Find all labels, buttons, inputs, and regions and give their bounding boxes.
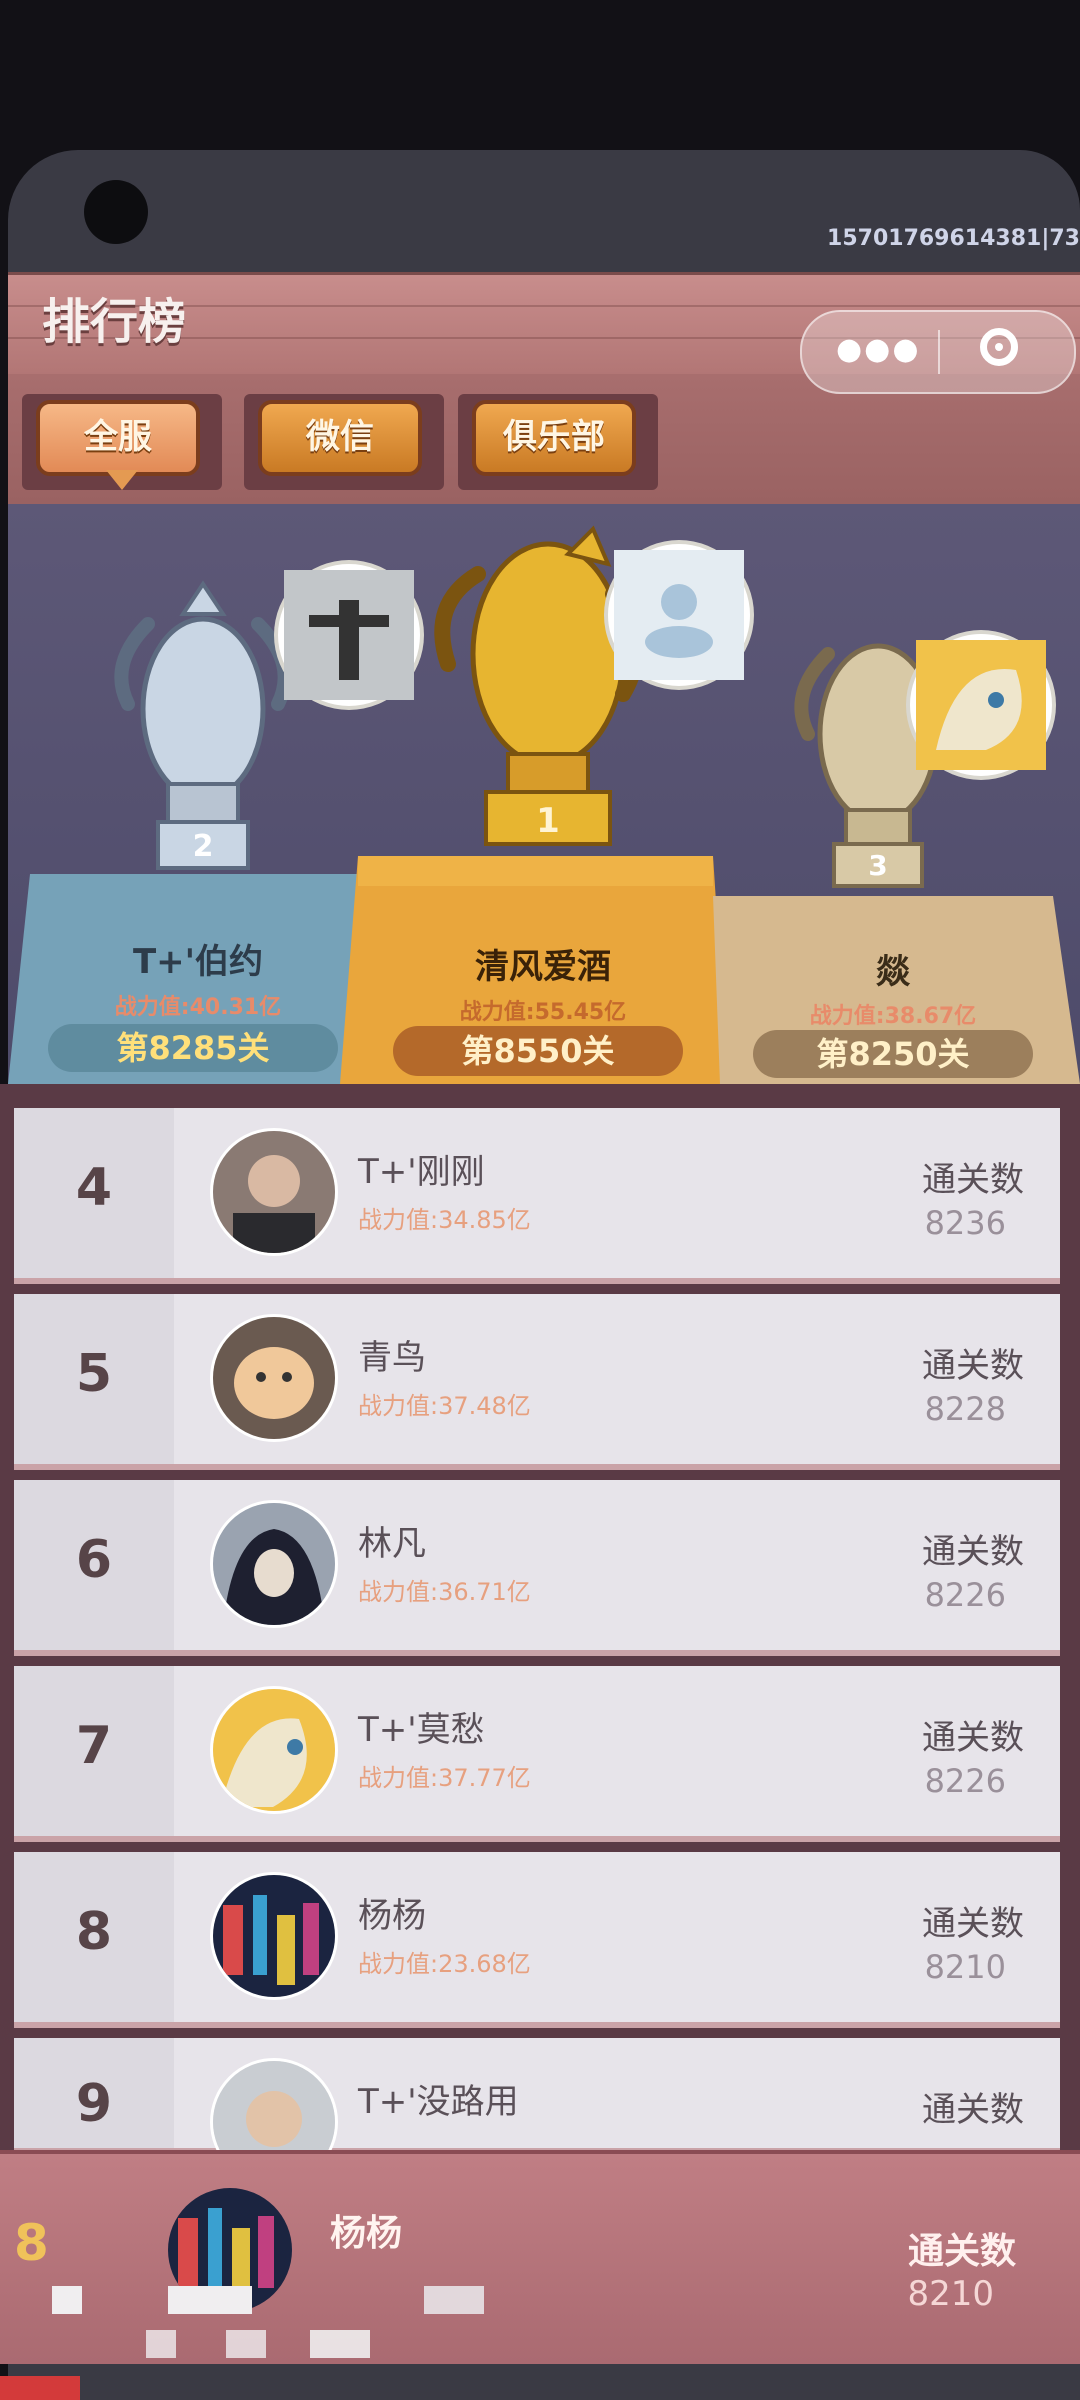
third-name: 燚 — [876, 952, 910, 992]
levels-value: 8226 — [924, 1576, 1006, 1614]
avatar-first — [608, 544, 750, 686]
svg-text:2: 2 — [193, 829, 214, 864]
player-name: 青鸟 — [358, 1338, 426, 1378]
levels-value: 8228 — [924, 1390, 1006, 1428]
third-level: 第8250关 — [753, 1030, 1033, 1078]
player-name: T+'没路用 — [358, 2082, 519, 2122]
my-rank-number: 8 — [14, 2214, 49, 2272]
avatar — [210, 1872, 338, 2000]
avatar — [210, 1128, 338, 1256]
censor-pixels — [0, 2280, 1080, 2400]
second-name: T+'伯约 — [132, 942, 264, 982]
tab-pointer-icon — [106, 470, 138, 490]
rank-number: 5 — [75, 1344, 113, 1404]
avatar — [210, 1314, 338, 1442]
levels-label: 通关数 — [922, 1718, 1024, 1758]
status-text: 15701769614381|73 — [827, 226, 1080, 251]
second-level: 第8285关 — [48, 1024, 338, 1072]
tab-club[interactable]: 俱乐部 — [458, 394, 658, 490]
tab-label: 全服 — [36, 400, 200, 476]
tab-label: 微信 — [258, 400, 422, 476]
third-power: 战力值:38.67亿 — [809, 1004, 977, 1029]
player-power: 战力值:37.77亿 — [358, 1764, 531, 1792]
levels-label: 通关数 — [922, 1346, 1024, 1386]
levels-value: 8226 — [924, 1762, 1006, 1800]
close-icon[interactable] — [980, 328, 1018, 366]
my-name: 杨杨 — [330, 2213, 403, 2254]
player-name: T+'刚刚 — [358, 1152, 485, 1192]
rank-number: 9 — [75, 2074, 113, 2134]
avatar — [210, 1500, 338, 1628]
levels-label: 通关数 — [922, 1532, 1024, 1572]
rank-number: 7 — [75, 1716, 113, 1776]
svg-text:3: 3 — [868, 849, 887, 882]
player-name: 杨杨 — [358, 1896, 426, 1936]
tab-label: 俱乐部 — [472, 400, 636, 476]
first-level: 第8550关 — [393, 1026, 683, 1076]
front-camera — [84, 180, 148, 244]
player-power: 战力值:36.71亿 — [358, 1578, 531, 1606]
player-name: T+'莫愁 — [358, 1710, 485, 1750]
list-item[interactable]: 8 杨杨 战力值:23.68亿 通关数 8210 — [14, 1852, 1060, 2028]
list-item[interactable]: 5 青鸟 战力值:37.48亿 通关数 8228 — [14, 1294, 1060, 1470]
rank-number: 6 — [75, 1530, 113, 1590]
first-power: 战力值:55.45亿 — [459, 1000, 627, 1025]
gold-trophy-icon: 1 — [434, 525, 644, 846]
levels-value: 8210 — [924, 1948, 1006, 1986]
second-power: 战力值:40.31亿 — [114, 995, 282, 1020]
rank-number: 8 — [75, 1902, 113, 1962]
rank-number: 4 — [75, 1158, 113, 1218]
list-item[interactable]: 9 T+'没路用 通关数 — [14, 2038, 1060, 2186]
levels-label: 通关数 — [922, 1904, 1024, 1944]
levels-label: 通关数 — [922, 1160, 1024, 1200]
page-title: 排行榜 — [42, 294, 187, 350]
my-levels-label: 通关数 — [907, 2231, 1016, 2272]
player-power: 战力值:34.85亿 — [358, 1206, 531, 1234]
levels-label: 通关数 — [922, 2090, 1024, 2130]
player-name: 林凡 — [358, 1524, 426, 1564]
player-power: 战力值:23.68亿 — [358, 1950, 531, 1978]
list-item[interactable]: 6 林凡 战力值:36.71亿 通关数 8226 — [14, 1480, 1060, 1656]
miniprogram-capsule: ●●● — [800, 310, 1076, 394]
podium-area: 2 1 3 T+'伯约 战力值:40.31亿 第8285关 清风爱酒 战力值:5… — [8, 504, 1080, 1084]
avatar-third — [910, 634, 1052, 776]
player-power: 战力值:37.48亿 — [358, 1392, 531, 1420]
silver-trophy-icon: 2 — [114, 580, 292, 870]
avatar — [210, 1686, 338, 1814]
ranking-list: 4 T+'刚刚 战力值:34.85亿 通关数 8236 5 青鸟 战力值:37.… — [0, 1084, 1080, 2186]
first-name: 清风爱酒 — [475, 947, 611, 987]
list-item[interactable]: 4 T+'刚刚 战力值:34.85亿 通关数 8236 — [14, 1108, 1060, 1284]
more-icon[interactable]: ●●● — [836, 332, 921, 367]
svg-text:1: 1 — [536, 801, 560, 841]
tab-bar: 全服 微信 俱乐部 — [8, 374, 1080, 512]
levels-value: 8236 — [924, 1204, 1006, 1242]
list-item[interactable]: 7 T+'莫愁 战力值:37.77亿 通关数 8226 — [14, 1666, 1060, 1842]
tab-wechat[interactable]: 微信 — [244, 394, 444, 490]
avatar-second — [278, 564, 420, 706]
